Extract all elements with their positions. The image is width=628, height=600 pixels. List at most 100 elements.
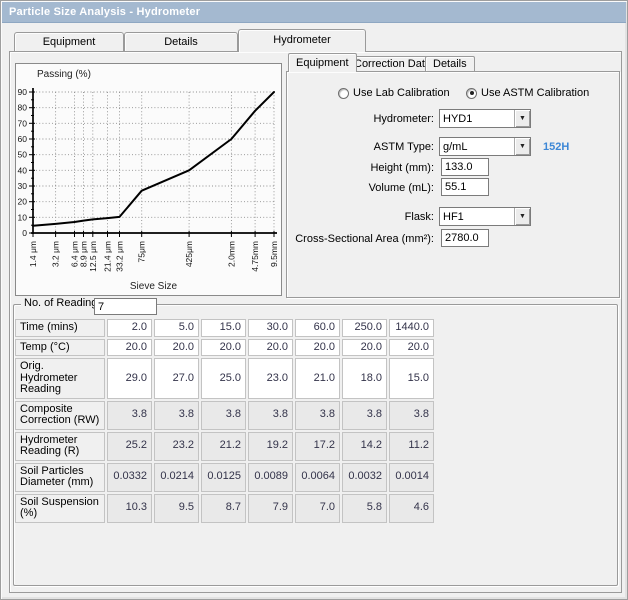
- table-cell[interactable]: 20.0: [248, 339, 293, 357]
- svg-text:Sieve Size: Sieve Size: [130, 281, 178, 292]
- row-label: Time (mins): [15, 319, 105, 337]
- row-label: Composite Correction (RW): [15, 401, 105, 430]
- table-cell: 0.0332: [107, 463, 152, 492]
- row-label: Soil Particles Diameter (mm): [15, 463, 105, 492]
- tab-hydrometer-label: Hydrometer: [239, 30, 365, 46]
- svg-text:40: 40: [18, 165, 28, 175]
- table-cell: 3.8: [107, 401, 152, 430]
- row-label: Hydrometer Reading (R): [15, 432, 105, 461]
- row-label: Soil Suspension (%): [15, 494, 105, 523]
- flask-select[interactable]: HF1 ▼: [439, 207, 531, 226]
- particle-size-chart: 01020304050607080901.4 μm3.2 μm6.4 μm8.9…: [15, 63, 282, 296]
- table-cell[interactable]: 2.0: [107, 319, 152, 337]
- table-cell: 0.0064: [295, 463, 340, 492]
- chevron-down-icon[interactable]: ▼: [514, 110, 530, 127]
- svg-text:9.5mm: 9.5mm: [269, 241, 279, 267]
- table-cell: 3.8: [201, 401, 246, 430]
- table-cell[interactable]: 20.0: [389, 339, 434, 357]
- volume-input[interactable]: [441, 178, 489, 196]
- table-row: Composite Correction (RW)3.83.83.83.83.8…: [15, 401, 434, 430]
- table-cell: 4.6: [389, 494, 434, 523]
- svg-text:33.2 μm: 33.2 μm: [115, 241, 125, 272]
- table-cell: 0.0014: [389, 463, 434, 492]
- title-bar: Particle Size Analysis - Hydrometer: [2, 2, 626, 23]
- svg-text:75μm: 75μm: [137, 241, 147, 262]
- radio-use-astm-calibration[interactable]: Use ASTM Calibration: [466, 87, 589, 99]
- hydrometer-select[interactable]: HYD1 ▼: [439, 109, 531, 128]
- dialog-window: Particle Size Analysis - Hydrometer Equi…: [0, 0, 628, 600]
- row-label: Orig. Hydrometer Reading: [15, 358, 105, 399]
- tab-details[interactable]: Details: [124, 32, 238, 51]
- table-cell: 21.2: [201, 432, 246, 461]
- table-cell[interactable]: 23.0: [248, 358, 293, 399]
- radio-astm-icon[interactable]: [466, 88, 477, 99]
- no-of-readings-input[interactable]: [94, 298, 157, 315]
- cross-sectional-area-label: Cross-Sectional Area (mm²):: [295, 233, 434, 245]
- svg-text:50: 50: [18, 150, 28, 160]
- svg-text:3.2 μm: 3.2 μm: [51, 241, 61, 267]
- height-input[interactable]: [441, 158, 489, 176]
- table-cell[interactable]: 20.0: [154, 339, 199, 357]
- table-cell[interactable]: 25.0: [201, 358, 246, 399]
- table-cell: 11.2: [389, 432, 434, 461]
- table-cell[interactable]: 18.0: [342, 358, 387, 399]
- table-cell[interactable]: 5.0: [154, 319, 199, 337]
- table-cell[interactable]: 21.0: [295, 358, 340, 399]
- subtab-equipment-label: Equipment: [296, 54, 349, 69]
- table-cell[interactable]: 250.0: [342, 319, 387, 337]
- table-cell: 3.8: [389, 401, 434, 430]
- radio-lab-label: Use Lab Calibration: [353, 87, 450, 99]
- hydrometer-value: HYD1: [440, 113, 514, 125]
- table-cell: 23.2: [154, 432, 199, 461]
- svg-text:21.4 μm: 21.4 μm: [103, 241, 113, 272]
- height-label: Height (mm):: [370, 162, 434, 174]
- table-cell[interactable]: 60.0: [295, 319, 340, 337]
- table-cell: 3.8: [154, 401, 199, 430]
- table-cell: 17.2: [295, 432, 340, 461]
- svg-text:80: 80: [18, 103, 28, 113]
- table-row: Hydrometer Reading (R)25.223.221.219.217…: [15, 432, 434, 461]
- svg-text:10: 10: [18, 212, 28, 222]
- chevron-down-icon[interactable]: ▼: [514, 208, 530, 225]
- table-cell[interactable]: 20.0: [295, 339, 340, 357]
- subtab-equipment[interactable]: Equipment: [288, 53, 357, 72]
- table-cell[interactable]: 15.0: [389, 358, 434, 399]
- cross-sectional-area-input[interactable]: [441, 229, 489, 247]
- table-cell: 9.5: [154, 494, 199, 523]
- table-row: Temp (°C)20.020.020.020.020.020.020.0: [15, 339, 434, 357]
- table-cell[interactable]: 15.0: [201, 319, 246, 337]
- table-cell[interactable]: 20.0: [201, 339, 246, 357]
- tab-details-label: Details: [125, 33, 237, 48]
- astm-type-value: g/mL: [440, 141, 514, 153]
- table-cell[interactable]: 29.0: [107, 358, 152, 399]
- table-cell: 0.0214: [154, 463, 199, 492]
- radio-use-lab-calibration[interactable]: Use Lab Calibration: [338, 87, 450, 99]
- svg-text:0: 0: [22, 228, 27, 238]
- table-cell: 3.8: [342, 401, 387, 430]
- volume-label: Volume (mL):: [369, 182, 434, 194]
- table-cell: 0.0032: [342, 463, 387, 492]
- table-cell[interactable]: 1440.0: [389, 319, 434, 337]
- table-row: Orig. Hydrometer Reading29.027.025.023.0…: [15, 358, 434, 399]
- astm-type-select[interactable]: g/mL ▼: [439, 137, 531, 156]
- table-cell[interactable]: 20.0: [107, 339, 152, 357]
- table-cell: 7.9: [248, 494, 293, 523]
- radio-astm-label: Use ASTM Calibration: [481, 87, 589, 99]
- table-cell[interactable]: 20.0: [342, 339, 387, 357]
- table-cell: 25.2: [107, 432, 152, 461]
- subtab-details[interactable]: Details: [425, 56, 475, 72]
- table-cell: 19.2: [248, 432, 293, 461]
- table-cell[interactable]: 27.0: [154, 358, 199, 399]
- svg-text:2.0mm: 2.0mm: [226, 241, 236, 267]
- table-row: Soil Particles Diameter (mm)0.03320.0214…: [15, 463, 434, 492]
- window-title: Particle Size Analysis - Hydrometer: [9, 6, 200, 18]
- svg-text:Passing (%): Passing (%): [37, 69, 91, 80]
- svg-text:70: 70: [18, 118, 28, 128]
- subtab-details-label: Details: [433, 57, 467, 70]
- chevron-down-icon[interactable]: ▼: [514, 138, 530, 155]
- radio-lab-icon[interactable]: [338, 88, 349, 99]
- tab-hydrometer[interactable]: Hydrometer: [238, 29, 366, 52]
- tab-equipment[interactable]: Equipment: [14, 32, 124, 51]
- row-label: Temp (°C): [15, 339, 105, 357]
- table-cell[interactable]: 30.0: [248, 319, 293, 337]
